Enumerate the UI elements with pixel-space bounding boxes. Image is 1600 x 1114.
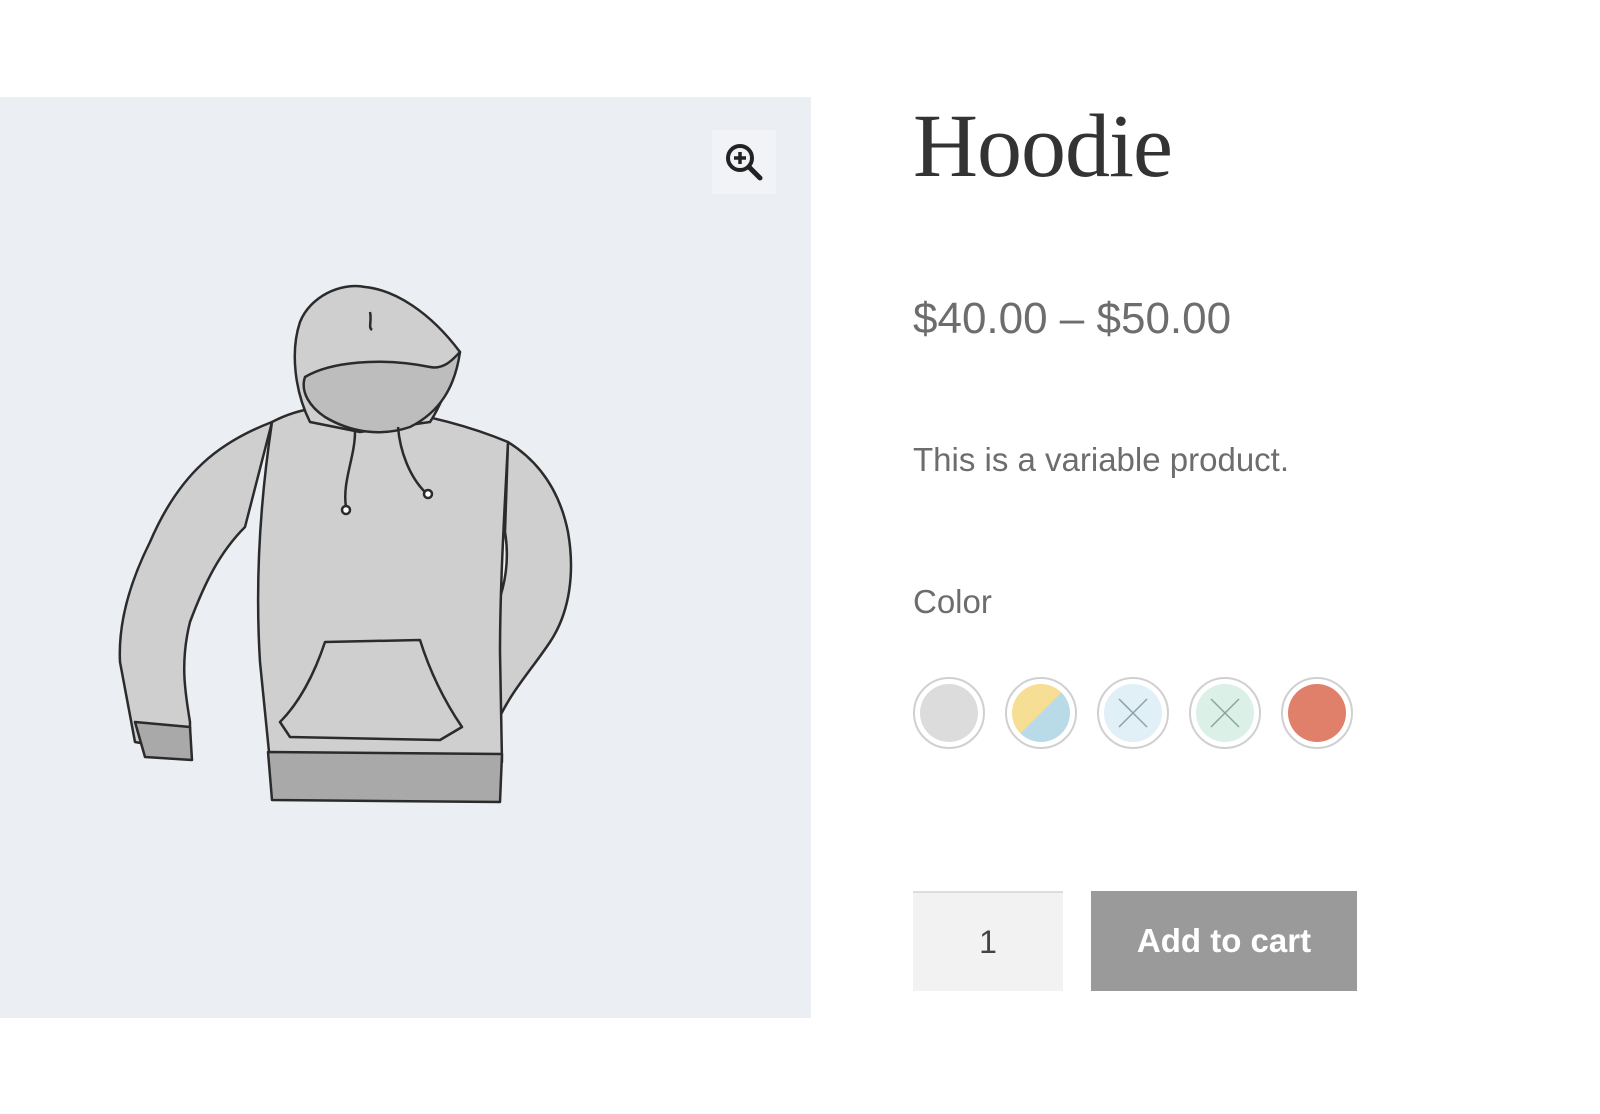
swatch-light-blue-color	[1104, 684, 1162, 742]
unavailable-cross-icon	[1118, 698, 1148, 728]
add-to-cart-button[interactable]: Add to cart	[1091, 891, 1357, 991]
swatch-mint[interactable]	[1189, 677, 1261, 749]
product-price: $40.00 – $50.00	[913, 294, 1232, 343]
product-description: This is a variable product.	[913, 441, 1290, 478]
swatch-grey-color	[920, 684, 978, 742]
swatch-red-color	[1288, 684, 1346, 742]
color-swatches	[913, 677, 1353, 749]
quantity-input[interactable]	[913, 891, 1063, 991]
hoodie-image[interactable]	[110, 282, 590, 822]
swatch-red[interactable]	[1281, 677, 1353, 749]
swatch-light-blue[interactable]	[1097, 677, 1169, 749]
color-attribute-label: Color	[913, 583, 992, 620]
zoom-button[interactable]	[712, 130, 776, 194]
swatch-grey[interactable]	[913, 677, 985, 749]
product-gallery	[0, 97, 811, 1018]
swatch-mint-color	[1196, 684, 1254, 742]
swatch-yellow-blue-color	[1012, 684, 1070, 742]
zoom-in-icon	[726, 144, 763, 181]
unavailable-cross-icon	[1210, 698, 1240, 728]
swatch-yellow-blue[interactable]	[1005, 677, 1077, 749]
product-title: Hoodie	[913, 97, 1173, 196]
